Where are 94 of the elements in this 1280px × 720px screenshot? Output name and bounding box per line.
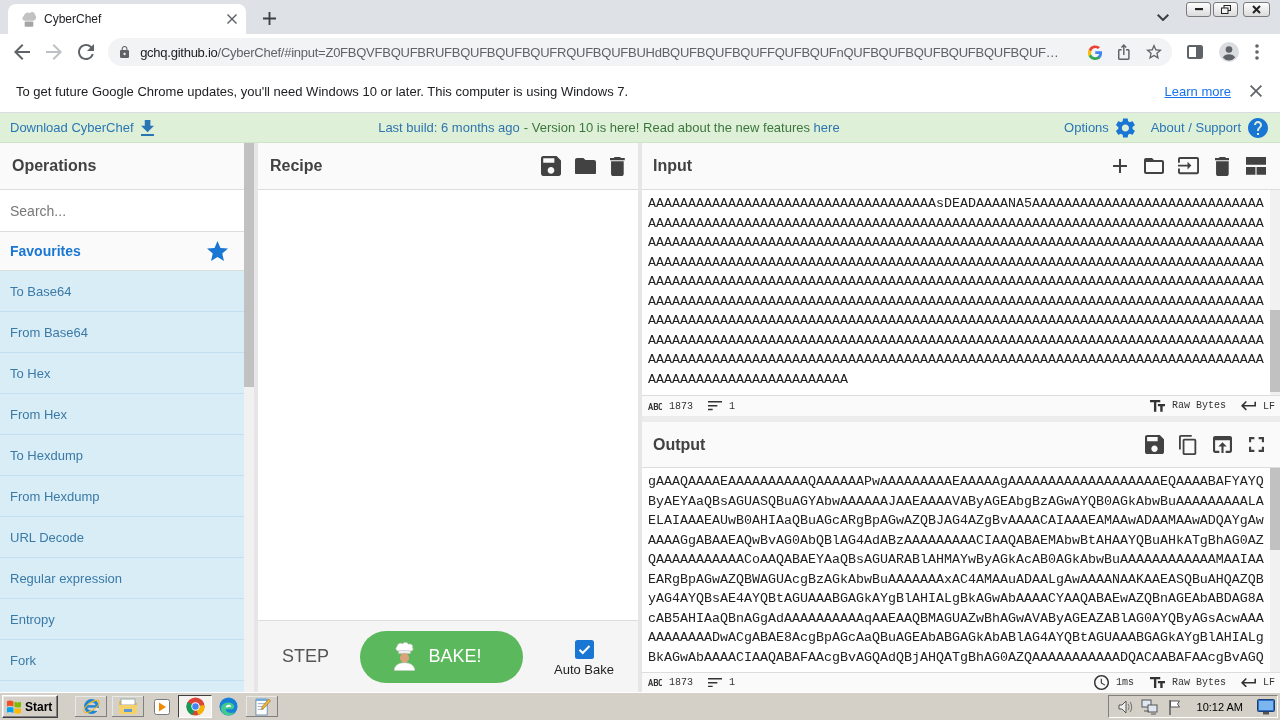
play-icon — [153, 698, 170, 715]
e-logo-icon — [81, 697, 101, 716]
learn-more-link[interactable]: Learn more — [1164, 83, 1231, 99]
flag-logo-icon — [6, 698, 22, 715]
import-icon[interactable] — [1177, 157, 1199, 175]
back-icon[interactable] — [14, 44, 30, 60]
save-icon[interactable] — [1144, 435, 1164, 454]
update-message: To get future Google Chrome updates, you'll need Windows 10 or later. This computer is using Windows 7. — [16, 83, 630, 99]
flag-icon[interactable] — [1166, 698, 1183, 715]
more-menu-icon[interactable] — [1255, 44, 1259, 60]
about-support-link[interactable]: About / Support — [1150, 117, 1268, 138]
avatar-icon[interactable] — [1219, 42, 1239, 62]
output-heading: Output — [653, 435, 707, 454]
minimize-icon — [1194, 8, 1203, 11]
notice-link[interactable]: here — [813, 120, 840, 135]
wave-logo-icon — [219, 697, 239, 716]
notepad-icon — [253, 697, 271, 716]
letters-icon — [648, 679, 662, 686]
auto-bake-label: Auto Bake — [554, 662, 614, 677]
folder-icon — [118, 698, 139, 715]
scrollbar[interactable] — [1270, 310, 1280, 392]
line-ending-selector[interactable]: LF — [1241, 400, 1275, 412]
trash-icon[interactable] — [1214, 156, 1230, 176]
scrollbar[interactable] — [244, 143, 254, 387]
bake-time: 1ms — [1115, 677, 1134, 688]
side-panel-icon[interactable] — [1187, 45, 1203, 59]
new-tab-icon[interactable] — [263, 12, 276, 25]
g-logo-icon[interactable] — [1088, 44, 1103, 60]
clock-icon — [1093, 675, 1109, 690]
copy-icon[interactable] — [1179, 434, 1197, 455]
close-icon[interactable] — [1250, 85, 1262, 97]
text-format-icon — [1149, 676, 1165, 689]
circle-logo-icon — [185, 697, 205, 716]
minimize-button[interactable] — [1186, 2, 1211, 17]
chef-hat-icon — [22, 11, 36, 27]
settings-icon — [1115, 117, 1135, 138]
address-bar[interactable]: gchq.github.io/CyberChef/#input=Z0FBQVFBQUFBRUFBQUFBQUFBQUFRQUFBQUFBUHdBQUFBQUFBQUFFQUFBQUFnQUFBQUFBQUFBQUFBQUFBQUF… — [108, 38, 1172, 66]
start-button[interactable]: Start — [2, 695, 59, 718]
show-desktop-icon[interactable] — [1257, 698, 1275, 715]
line-ending-selector[interactable]: LF — [1241, 677, 1275, 688]
options-link[interactable]: Options — [1064, 117, 1135, 138]
input-text-area[interactable]: AAAAAAAAAAAAAAAAAAAAAAAAAAAAAAAAAAAAsDEADAAAANA5AAAAAAAAAAAAAAAAAAAAAAAAAAAAA AAAAAAAAAAAAAAAAAAAAAAAAAAAAAAAAAAAAAAAAAAAAAAAAAAAAAAAAAAAAAAAAAAAAAAAAAAAAA AAAAAAAAAAAAAAAAAAAAAAAAAAAAAAAAAAAAAAAAAAAAAAAAAAAAAAAAAAAAAAAAAAAAAAAAAAAAA AAAAAAAAAAAAAAAAAAAAAAAAAAAAAAAAAAAAAAAAAAAAAAAAAAAAAAAAAAAAAAAAAAAAAAAAAAAAA AAAAAAAAAAAAAAAAAAAAAAAAAAAAAAAAAAAAAAAAAAAAAAAAAAAAAAAAAAAAAAAAAAAAAAAAAAAAA AAAAAAAAAAAAAAAAAAAAAAAAAAAAAAAAAAAAAAAAAAAAAAAAAAAAAAAAAAAAAAAAAAAAAAAAAAAAA AAAAAAAAAAAAAAAAAAAAAAAAAAAAAAAAAAAAAAAAAAAAAAAAAAAAAAAAAAAAAAAAAAAAAAAAAAAAA AAAAAAAAAAAAAAAAAAAAAAAAAAAAAAAAAAAAAAAAAAAAAAAAAAAAAAAAAAAAAAAAAAAAAAAAAAAAA AAAAAAAAAAAAAAAAAAAAAAAAAAAAAAAAAAAAAAAAAAAAAAAAAAAAAAAAAAAAAAAAAAAAAAAAAAAAA AAAAAAAAAAAAAAAAAAAAAAAAA — [642, 190, 1270, 395]
text-format-icon — [1149, 400, 1165, 412]
lock-icon[interactable] — [120, 46, 130, 58]
return-icon — [1241, 677, 1256, 688]
help-icon — [1248, 117, 1268, 138]
taskbar-button[interactable] — [178, 695, 213, 718]
star-icon — [207, 240, 228, 262]
add-icon[interactable] — [1113, 159, 1127, 173]
encoding-selector[interactable]: Raw Bytes — [1149, 676, 1226, 689]
speaker-icon[interactable] — [1116, 698, 1133, 715]
output-text-area: gAAAQAAAAEAAAAAAAAAAQAAAAAAPwAAAAAAAAAEAAAAAgAAAAAAAAAAAAAAAAAAAEQAAAABAFYAYQ ByAEYAaQBsAGUASQBuAGYAbwAAAAAAJAAEAAAAVAByAGEAbgBzAGwAYQB0AGkAbwBuAAAAAAAAALA ELAIAAAEAUwB0AHIAaQBuAGcARgBpAGwAZQBJAG4AZgBvAAAACAIAAAEAMAAwADAAMAAwADQAYgAw AAAAGgABAAEAQwBvAG0AbQBlAG4AdABzAAAAAAAAACIAAQABAEMAbwBtAHAAYQBuAHkATgBhAG0AZ QAAAAAAAAAAACoAAQABAEYAaQBsAGUARABlAHMAYwByAGkAcAB0AGkAbwBuAAAAAAAAAAAAMAAIAA EARgBpAGwAZQBWAGUAcgBzAGkAbwBuAAAAAAAxAC4AMAAuADAALgAwAAAANAAKAAEASQBuAHQAZQB yAG4AYQBsAE4AYQBtAGUAAABGAGkAYgBlAHIALgBkAGwAbAAAACYAAQABAEwAZQBnAGEAbABDAG8A cAB5AHIAaQBnAGgAdAAAAAAAAAAqAAEAAQBMAGUAZwBhAGwAVAByAGEAZABlAG0AYQByAGsAcwAAA AAAAAAAADwACgABAE8AcgBpAGcAaQBuAGEAbABGAGkAbABlAG4AYQBtAGUAAABGAGkAYgBlAHIALg BkAGwAbAAAACIAAQABAFAAcgBvAGQAdQBjAHQATgBhAG0AZQAAAAAAAAAAADQACAABAFAAcgBvAGQ — [642, 468, 1270, 672]
auto-bake-checkbox[interactable] — [574, 640, 594, 659]
folder-icon[interactable] — [1144, 158, 1164, 174]
close-tab-icon[interactable] — [227, 14, 237, 24]
lines-icon — [708, 401, 722, 411]
lines-icon — [708, 677, 722, 688]
folder-icon[interactable] — [575, 157, 597, 175]
layout-icon[interactable] — [1246, 157, 1266, 175]
download-link[interactable]: Download CyberChef — [10, 119, 154, 136]
bookmark-star-icon[interactable] — [1146, 44, 1162, 60]
input-heading: Input — [653, 157, 694, 175]
trash-icon[interactable] — [610, 156, 625, 176]
clock-text[interactable]: 10:12 AM — [1196, 700, 1243, 713]
build-age-text: Last build: 6 months ago — [378, 120, 520, 135]
download-icon — [140, 119, 154, 136]
scrollbar[interactable] — [1270, 468, 1280, 550]
character-count: 1873 — [669, 400, 693, 412]
chef-icon — [393, 642, 415, 671]
save-icon[interactable] — [541, 156, 562, 176]
letters-icon — [648, 402, 662, 410]
url-text: gchq.github.io/CyberChef/#input=Z0FBQVFBQUFBRUFBQUFBQUFBQUFRQUFBQUFBUHdBQUFBQUFBQUFFQUFBQUFnQUFBQUFBQUFBQUFBQUFBQUF… — [140, 44, 1060, 60]
browser-tab[interactable]: CyberChef — [8, 4, 246, 34]
restore-icon — [1220, 5, 1231, 14]
character-count: 1873 — [669, 677, 693, 688]
close-icon — [1252, 5, 1261, 14]
operations-heading: Operations — [0, 143, 244, 190]
share-icon[interactable] — [1118, 44, 1130, 60]
return-icon — [1241, 401, 1256, 411]
fullscreen-icon[interactable] — [1248, 437, 1264, 452]
close-button[interactable] — [1243, 2, 1270, 17]
favourites-category[interactable]: Favourites — [0, 232, 244, 271]
restore-button[interactable] — [1213, 2, 1238, 17]
line-count: 1 — [729, 400, 736, 412]
reload-icon[interactable] — [78, 44, 94, 60]
bake-button[interactable]: BAKE! — [360, 630, 523, 683]
tab-search-icon[interactable] — [1157, 13, 1169, 21]
version-notice: - Version 10 is here! Read about the new features here — [523, 120, 840, 135]
network-icon[interactable] — [1140, 698, 1159, 715]
recipe-heading: Recipe — [270, 157, 324, 175]
step-button[interactable]: STEP — [282, 646, 329, 667]
upload-box-icon[interactable] — [1212, 436, 1232, 453]
encoding-selector[interactable]: Raw Bytes — [1149, 400, 1226, 412]
line-count: 1 — [729, 677, 736, 688]
